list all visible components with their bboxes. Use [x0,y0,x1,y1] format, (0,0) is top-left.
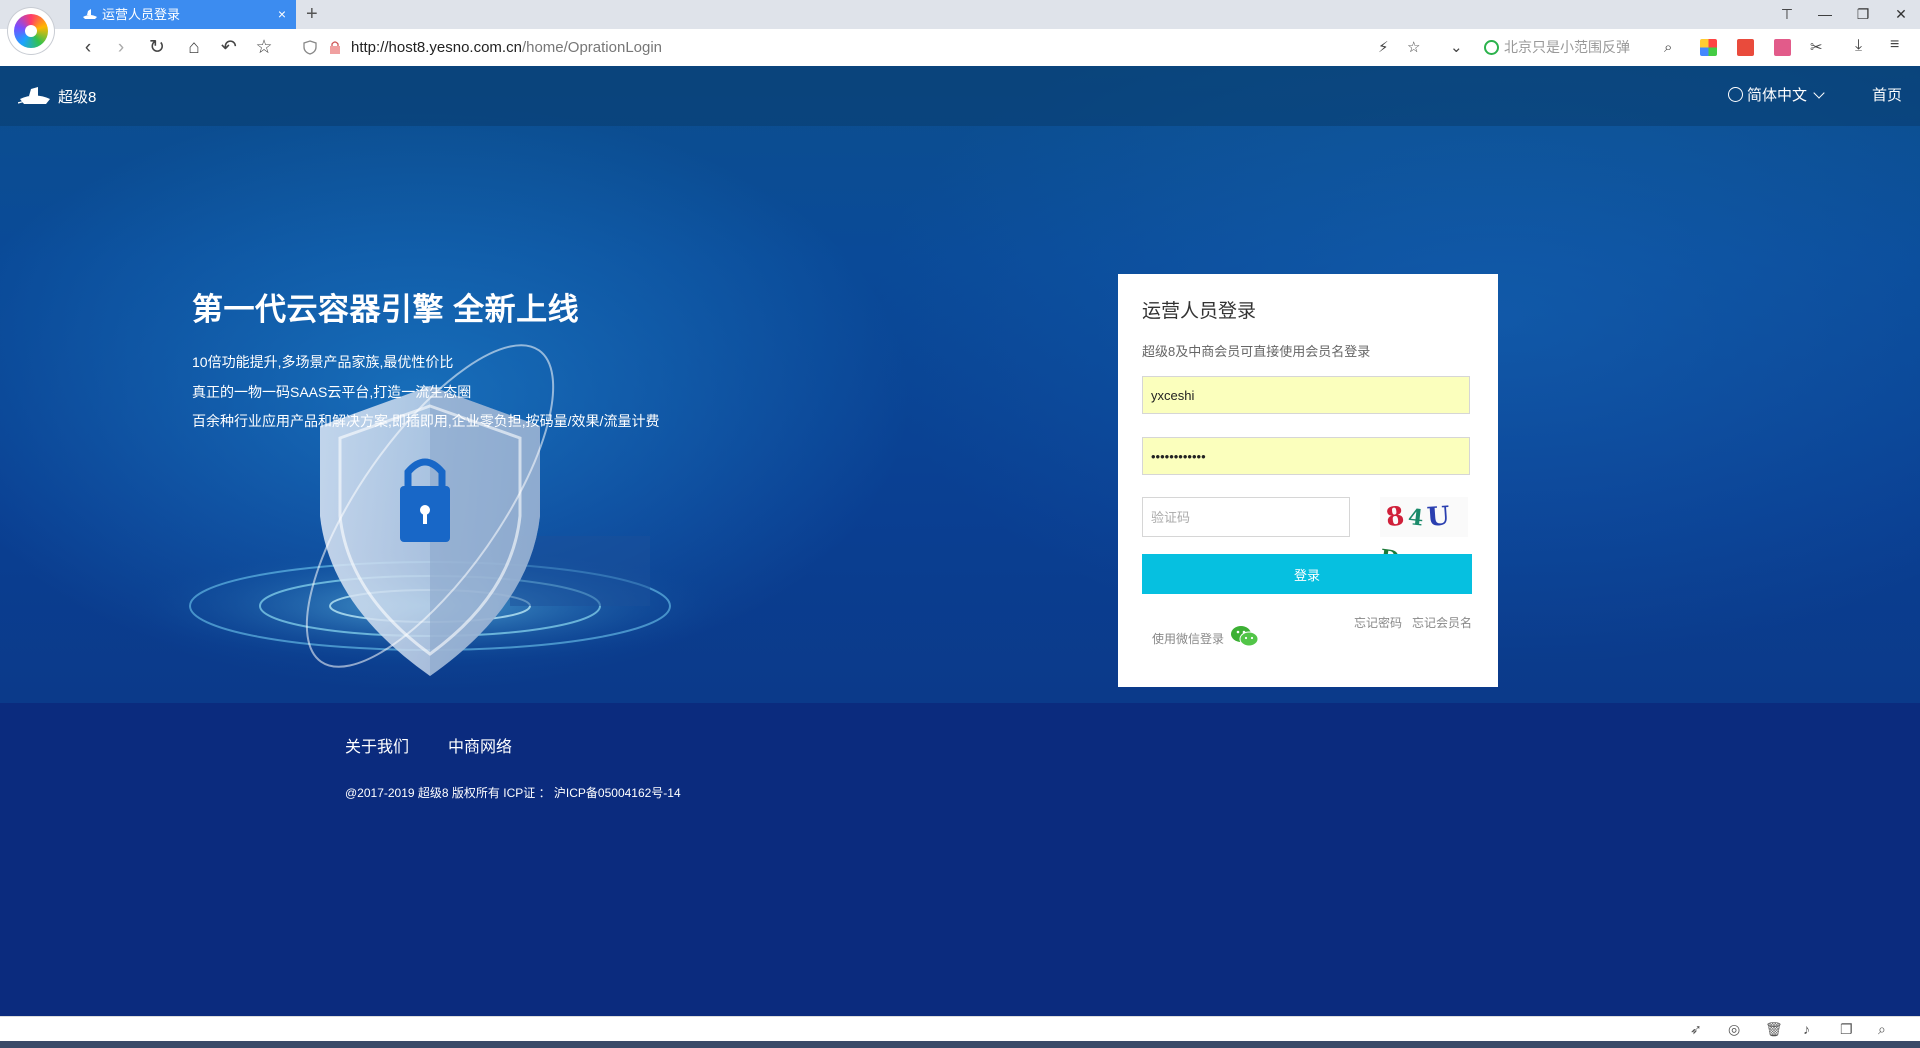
address-bar: ‹ › ↻ ⌂ ↶ ☆ http://host8.yesno.com.cn/ho… [0,29,1920,67]
login-subtitle: 超级8及中商会员可直接使用会员名登录 [1142,344,1371,359]
search-box[interactable]: 北京只是小范围反弹 ⌕ [1484,35,1684,60]
ticket-icon[interactable] [1774,39,1791,56]
lightning-icon[interactable]: ⚡ [1378,29,1389,66]
password-input[interactable] [1142,437,1470,475]
hero-section: 超级8 简体中文 首页 第一代云容器引擎 全新上线 10倍功能提升,多场景产品家… [0,66,1920,703]
browser-status-bar: ➶ ◎ 🗑 ♪ ❐ ⌕ [0,1016,1920,1042]
login-title: 运营人员登录 [1142,301,1257,322]
window-controls: ⊤ — ❐ ✕ [1768,0,1920,29]
home-link[interactable]: 首页 [1872,66,1902,126]
site-info-icon[interactable] [328,40,342,55]
login-panel: 运营人员登录 超级8及中商会员可直接使用会员名登录 84UD 登录 忘记密码 忘… [1118,274,1498,687]
tab-bar: 运营人员登录 × + ⊤ — ❐ ✕ [0,0,1920,29]
menu-icon[interactable]: ≡ [1890,36,1907,53]
forward-icon[interactable]: › [107,29,135,66]
login-button[interactable]: 登录 [1142,554,1472,594]
window-icon[interactable]: ❐ [1840,1017,1853,1042]
url-path: /home/OprationLogin [521,39,663,56]
hero-line-1: 10倍功能提升,多场景产品家族,最优性价比 [192,354,454,370]
scissors-icon[interactable]: ✂ [1810,38,1827,56]
tab-active[interactable]: 运营人员登录 × [70,0,296,29]
url-host: http://host8.yesno.com.cn [351,39,522,56]
zoom-icon[interactable]: ⌕ [1878,1017,1886,1042]
volume-icon[interactable]: ♪ [1803,1017,1810,1042]
browser-logo-icon[interactable] [8,8,54,54]
language-label: 简体中文 [1747,87,1808,104]
shield-security-icon[interactable] [303,40,317,55]
search-engine-icon [1484,40,1499,55]
search-placeholder: 北京只是小范围反弹 [1504,39,1630,55]
bookmark-star-icon[interactable]: ☆ [1407,29,1420,66]
hero-title: 第一代云容器引擎 全新上线 [192,292,580,327]
boat-logo-icon [18,87,50,104]
hero-line-2: 真正的一物一码SAAS云平台,打造一流生态圈 [192,384,472,400]
forgot-password-link[interactable]: 忘记密码 [1354,614,1402,631]
site-footer: 关于我们 中商网络 @2017-2019 超级8 版权所有 ICP证 ： 沪IC… [0,703,1920,1016]
close-window-button[interactable]: ✕ [1882,0,1920,29]
boat-favicon-icon [83,9,97,19]
undo-icon[interactable]: ↶ [215,29,243,66]
chevron-down-icon [1813,87,1825,99]
trash-icon[interactable]: 🗑 [1765,1017,1783,1042]
globe-icon [1728,87,1743,102]
username-input[interactable] [1142,376,1470,414]
captcha-input[interactable] [1142,497,1350,537]
home-icon[interactable]: ⌂ [180,29,208,66]
os-taskbar [0,1041,1920,1048]
about-us-link[interactable]: 关于我们 [345,733,409,757]
minimize-button[interactable]: — [1806,0,1844,29]
restore-button[interactable]: ❐ [1844,0,1882,29]
language-selector[interactable]: 简体中文 [1728,66,1825,126]
brand-name: 超级8 [58,88,97,106]
new-tab-button[interactable]: + [306,0,318,29]
copyright-text: @2017-2019 超级8 版权所有 ICP证 ： 沪ICP备05004162… [345,786,681,800]
url-text[interactable]: http://host8.yesno.com.cn/home/OprationL… [351,29,662,66]
wechat-icon[interactable] [1230,624,1260,648]
download-icon[interactable]: ⤓ [1855,37,1872,54]
dropdown-chevron-icon[interactable]: ⌄ [1450,29,1463,66]
star-icon[interactable]: ☆ [250,29,278,66]
wechat-login-link[interactable]: 使用微信登录 [1152,630,1224,647]
captcha-char: U [1426,501,1456,533]
game-icon[interactable] [1737,39,1754,56]
speed-icon[interactable]: ◎ [1728,1017,1740,1042]
forgot-username-link[interactable]: 忘记会员名 [1412,614,1472,631]
search-icon[interactable]: ⌕ [1664,35,1672,60]
shield-illustration [130,344,730,676]
tab-title: 运营人员登录 [102,7,181,22]
hero-line-3: 百余种行业应用产品和解决方案,即插即用,企业零负担,按码量/效果/流量计费 [192,413,660,429]
rocket-icon[interactable]: ➶ [1690,1017,1702,1042]
site-logo[interactable]: 超级8 [18,85,96,107]
apps-grid-icon[interactable] [1700,39,1717,56]
back-icon[interactable]: ‹ [74,29,102,66]
skin-icon[interactable]: ⊤ [1768,0,1806,29]
reload-icon[interactable]: ↻ [143,29,171,66]
site-header: 超级8 简体中文 首页 [0,66,1920,126]
network-link[interactable]: 中商网络 [448,733,512,757]
tab-close-icon[interactable]: × [278,0,286,29]
captcha-image[interactable]: 84UD [1378,497,1468,573]
